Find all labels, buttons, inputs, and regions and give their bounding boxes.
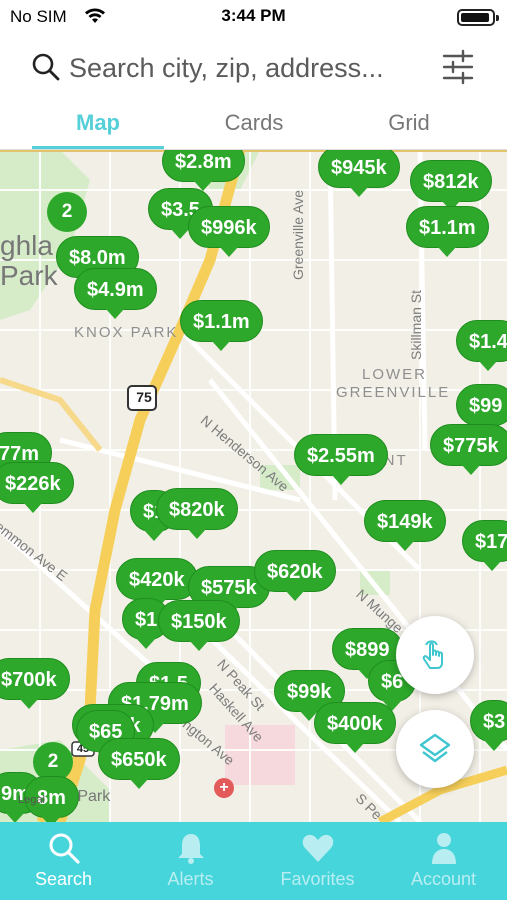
map-layers-button[interactable] <box>396 710 474 788</box>
tabbar-item-search[interactable]: Search <box>0 822 127 900</box>
search-input[interactable] <box>69 50 429 86</box>
tabbar-label: Account <box>410 869 477 889</box>
price-marker[interactable]: $2.55m <box>294 434 388 485</box>
area-label-highland: ghla <box>0 230 53 261</box>
price-marker[interactable]: $226k <box>0 462 74 513</box>
layers-icon <box>419 733 451 763</box>
price-marker[interactable]: $3 <box>470 700 507 751</box>
legal-link[interactable]: Legal <box>18 794 45 806</box>
area-label-knox-park: KNOX PARK <box>74 324 179 341</box>
price-marker[interactable]: $700k <box>0 658 70 709</box>
tabbar-item-alerts[interactable]: Alerts <box>127 822 254 900</box>
tab-cards[interactable]: Cards <box>184 110 324 136</box>
price-marker[interactable]: $1.4 <box>456 320 507 371</box>
bottom-tab-bar: Search Alerts Favorites Account <box>0 822 507 900</box>
map-view[interactable]: 75 45 ghla Park KNOX PARK LOWER GREENVIL… <box>0 150 507 822</box>
area-label-greenville: GREENVILLE <box>336 384 451 401</box>
street-label-skillman-st: Skillman St <box>408 289 424 360</box>
price-marker[interactable]: $996k <box>188 206 270 257</box>
price-marker[interactable]: $4.9m <box>74 268 157 319</box>
tabbar-item-account[interactable]: Account <box>380 822 507 900</box>
search-icon[interactable] <box>31 52 61 82</box>
hand-tap-icon <box>422 640 443 669</box>
price-marker[interactable]: $149k <box>364 500 446 551</box>
tab-map[interactable]: Map <box>28 110 168 136</box>
price-marker[interactable]: $620k <box>254 550 336 601</box>
cluster-marker[interactable]: 2 <box>47 192 87 232</box>
price-marker[interactable]: $1.1m <box>180 300 263 351</box>
price-marker[interactable]: $420k <box>116 558 198 609</box>
tabbar-item-favorites[interactable]: Favorites <box>254 822 381 900</box>
price-marker[interactable]: $150k <box>158 600 240 651</box>
price-marker[interactable]: $812k <box>410 160 492 211</box>
street-label-greenville-ave: Greenville Ave <box>290 189 306 280</box>
battery-icon <box>457 9 499 26</box>
price-marker[interactable]: $1.1m <box>406 206 489 257</box>
gesture-toggle-button[interactable] <box>396 616 474 694</box>
clock-time: 3:44 PM <box>221 6 286 25</box>
tabbar-label: Alerts <box>167 869 214 889</box>
price-marker[interactable]: $820k <box>156 488 238 539</box>
view-tabs: Map Cards Grid <box>0 100 507 150</box>
heart-icon <box>302 834 333 862</box>
hospital-icon: + <box>214 778 234 798</box>
tabbar-label: Favorites <box>280 869 355 889</box>
price-marker[interactable]: $945k <box>318 150 400 197</box>
tab-grid[interactable]: Grid <box>339 110 479 136</box>
person-icon <box>431 833 456 864</box>
area-label-park: Park <box>0 260 58 291</box>
price-marker[interactable]: $99 <box>456 384 507 435</box>
status-bar: No SIM 3:44 PM <box>0 0 507 34</box>
tabbar-label: Search <box>34 869 93 889</box>
search-icon <box>49 833 80 864</box>
area-label-lower: LOWER <box>362 366 428 383</box>
app-root: No SIM 3:44 PM Search city, zip, address… <box>0 0 507 900</box>
price-marker[interactable]: $2.8m <box>162 150 245 191</box>
bell-icon <box>177 834 204 864</box>
filter-sliders-icon[interactable] <box>440 48 476 86</box>
search-bar <box>0 34 507 100</box>
price-marker[interactable]: $17 <box>462 520 507 571</box>
highway-shield-75: 75 <box>136 389 152 405</box>
price-marker[interactable]: $400k <box>314 702 396 753</box>
price-marker[interactable]: $775k <box>430 424 507 475</box>
price-marker[interactable]: $650k <box>98 738 180 789</box>
active-tab-indicator <box>32 146 164 149</box>
